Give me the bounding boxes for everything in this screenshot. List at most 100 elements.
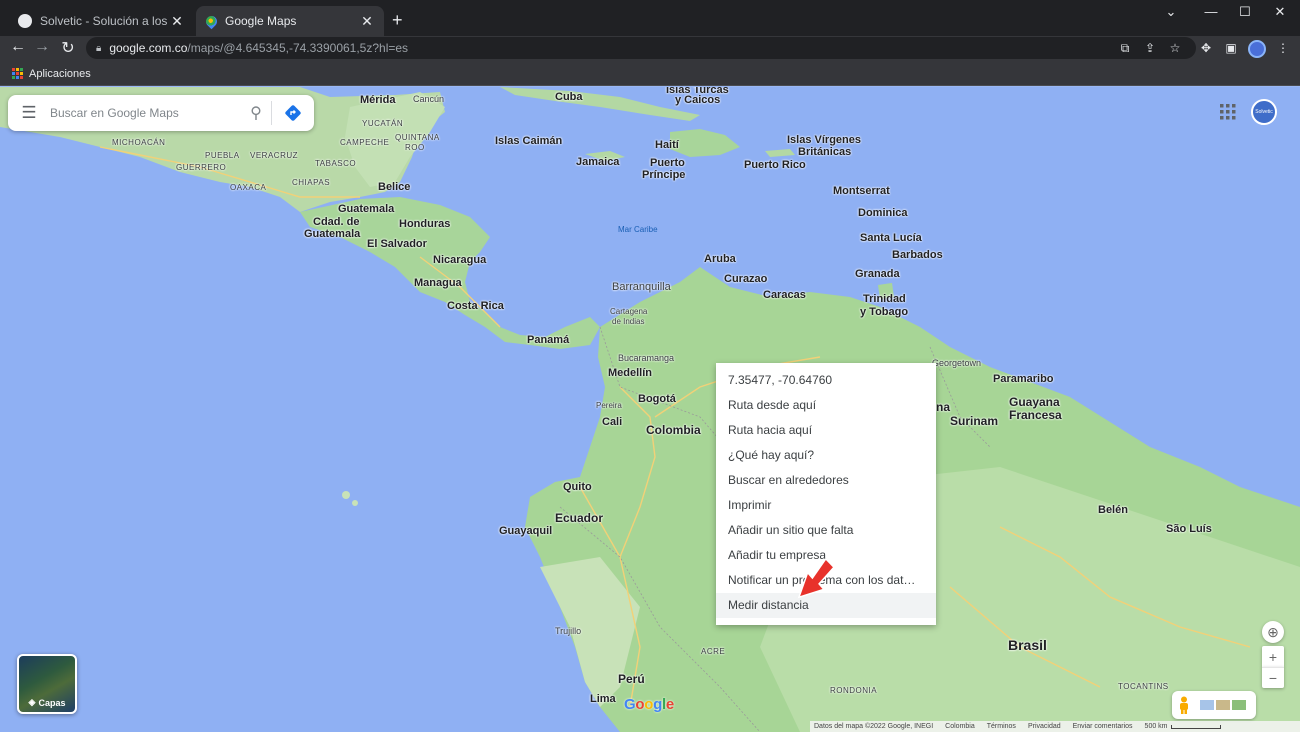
map-thumbnail-icon[interactable] <box>1200 700 1214 710</box>
menu-icon[interactable]: ☰ <box>8 103 50 123</box>
map-label: Trinidad <box>863 293 906 305</box>
sidepanel-icon[interactable]: ▣ <box>1223 41 1239 55</box>
minimize-icon[interactable]: — <box>1196 4 1226 19</box>
my-location-icon[interactable]: ⊕ <box>1262 621 1284 643</box>
map-label: Cuba <box>555 91 583 103</box>
scale-bar[interactable]: 500 km <box>1145 723 1221 730</box>
map-label: PUEBLA <box>205 151 240 160</box>
menu-item-search-nearby[interactable]: Buscar en alrededores <box>716 467 936 492</box>
terms-link[interactable]: Términos <box>987 723 1016 730</box>
map-label: São Luís <box>1166 523 1212 535</box>
close-tab-icon[interactable]: ✕ <box>360 13 374 30</box>
map-label: Guatemala <box>304 228 361 240</box>
map-label: Paramaribo <box>993 373 1054 385</box>
scale-label: 500 km <box>1144 723 1168 730</box>
map-label: Dominica <box>858 207 908 219</box>
map-label: Belén <box>1098 504 1128 516</box>
share-icon[interactable]: ⇪ <box>1142 41 1158 55</box>
map-label: ACRE <box>701 647 726 656</box>
map-label: TOCANTINS <box>1118 682 1169 691</box>
menu-item-whats-here[interactable]: ¿Qué hay aquí? <box>716 442 936 467</box>
map-label: TABASCO <box>315 159 357 168</box>
map-label: Georgetown <box>932 358 982 368</box>
install-icon[interactable]: ⧉ <box>1117 41 1133 56</box>
map-label: Cartagena <box>610 307 648 316</box>
maximize-icon[interactable]: ☐ <box>1230 4 1260 20</box>
tab-google-maps[interactable]: Google Maps ✕ <box>196 6 384 36</box>
zoom-in-button[interactable]: + <box>1262 646 1284 667</box>
pointer-arrow-icon <box>797 557 835 599</box>
layers-label: Capas <box>38 697 66 708</box>
map-label: VERACRUZ <box>250 151 299 160</box>
map-label: Francesa <box>1009 408 1062 422</box>
browser-toolbar: ← → ↻ 🔒︎ google.com.co/maps/@4.645345,-7… <box>0 36 1300 62</box>
satellite-thumbnail-icon[interactable] <box>1232 700 1246 710</box>
pegman-panel <box>1172 691 1256 719</box>
map-label: MICHOACÁN <box>112 138 166 147</box>
tab-title: Google Maps <box>225 14 297 28</box>
menu-item-coordinates[interactable]: 7.35477, -70.64760 <box>716 367 936 392</box>
scale-line <box>1170 724 1221 729</box>
account-avatar[interactable]: Solvetic <box>1251 99 1277 125</box>
privacy-link[interactable]: Privacidad <box>1028 723 1061 730</box>
menu-item-print[interactable]: Imprimir <box>716 492 936 517</box>
menu-item-add-missing-place[interactable]: Añadir un sitio que falta <box>716 518 936 543</box>
logo-letter: o <box>635 696 645 713</box>
menu-item-directions-from[interactable]: Ruta desde aquí <box>716 392 936 417</box>
map-data-attribution: Datos del mapa ©2022 Google, INEGI <box>814 723 934 730</box>
menu-item-directions-to[interactable]: Ruta hacia aquí <box>716 417 936 442</box>
map-label: Islas Caimán <box>495 135 563 147</box>
close-tab-icon[interactable]: ✕ <box>170 13 184 30</box>
map-label: Santa Lucía <box>860 232 922 244</box>
map-label: de Indias <box>612 317 645 326</box>
address-bar[interactable]: 🔒︎ google.com.co/maps/@4.645345,-74.3390… <box>86 37 1196 59</box>
map-canvas[interactable]: Mérida Cancún Cuba Islas Turcas y Caicos… <box>0 87 1300 732</box>
map-label: Jamaica <box>576 156 620 168</box>
account-label: Solvetic <box>1255 109 1273 115</box>
directions-icon[interactable] <box>272 103 314 123</box>
map-label: Pereira <box>596 401 622 410</box>
more-vert-icon[interactable]: ⋮ <box>1275 41 1291 55</box>
google-apps-icon[interactable] <box>1220 104 1236 120</box>
map-label: CHIAPAS <box>292 178 331 187</box>
apps-grid-icon <box>12 68 23 79</box>
back-icon[interactable]: ← <box>8 38 28 56</box>
map-label: na <box>936 400 951 414</box>
map-label: Bucaramanga <box>618 353 675 363</box>
new-tab-button[interactable]: + <box>392 10 403 31</box>
map-terrain <box>0 87 1300 732</box>
map-label: YUCATÁN <box>362 119 404 128</box>
zoom-out-button[interactable]: − <box>1262 667 1284 688</box>
map-label: Puerto Rico <box>744 159 806 171</box>
chevron-down-icon[interactable]: ⌄ <box>1156 4 1186 20</box>
star-icon[interactable]: ☆ <box>1167 41 1183 55</box>
profile-avatar[interactable] <box>1248 40 1266 58</box>
map-label: Colombia <box>646 423 701 437</box>
map-label: Barbados <box>892 249 943 261</box>
layers-icon: ◈ <box>28 697 36 707</box>
extensions-icon[interactable]: ✥ <box>1198 41 1214 55</box>
map-label: Granada <box>855 268 900 280</box>
search-input[interactable]: Buscar en Google Maps <box>50 106 241 120</box>
map-label: Honduras <box>399 218 451 230</box>
logo-letter: o <box>644 696 654 713</box>
close-icon[interactable]: ✕ <box>1265 4 1295 20</box>
map-label: Británicas <box>798 146 852 158</box>
region-link[interactable]: Colombia <box>945 723 975 730</box>
map-label: Medellín <box>608 367 653 379</box>
forward-icon[interactable]: → <box>32 38 52 56</box>
map-label: ROO <box>405 143 425 152</box>
search-box: ☰ Buscar en Google Maps ⚲ <box>8 95 314 131</box>
map-label: Príncipe <box>642 169 686 181</box>
logo-letter: e <box>665 696 674 713</box>
bookmark-aplicaciones[interactable]: Aplicaciones <box>29 68 91 80</box>
map-label: Ecuador <box>555 511 604 525</box>
reload-icon[interactable]: ↻ <box>58 38 78 58</box>
search-icon[interactable]: ⚲ <box>241 103 271 123</box>
layers-button[interactable]: ◈ Capas <box>17 654 77 714</box>
pegman-icon[interactable] <box>1178 696 1190 714</box>
terrain-thumbnail-icon[interactable] <box>1216 700 1230 710</box>
feedback-link[interactable]: Enviar comentarios <box>1073 723 1133 730</box>
map-label: Caracas <box>763 289 806 301</box>
tab-solvetic[interactable]: Solvetic - Solución a los problemas ✕ <box>8 6 194 36</box>
